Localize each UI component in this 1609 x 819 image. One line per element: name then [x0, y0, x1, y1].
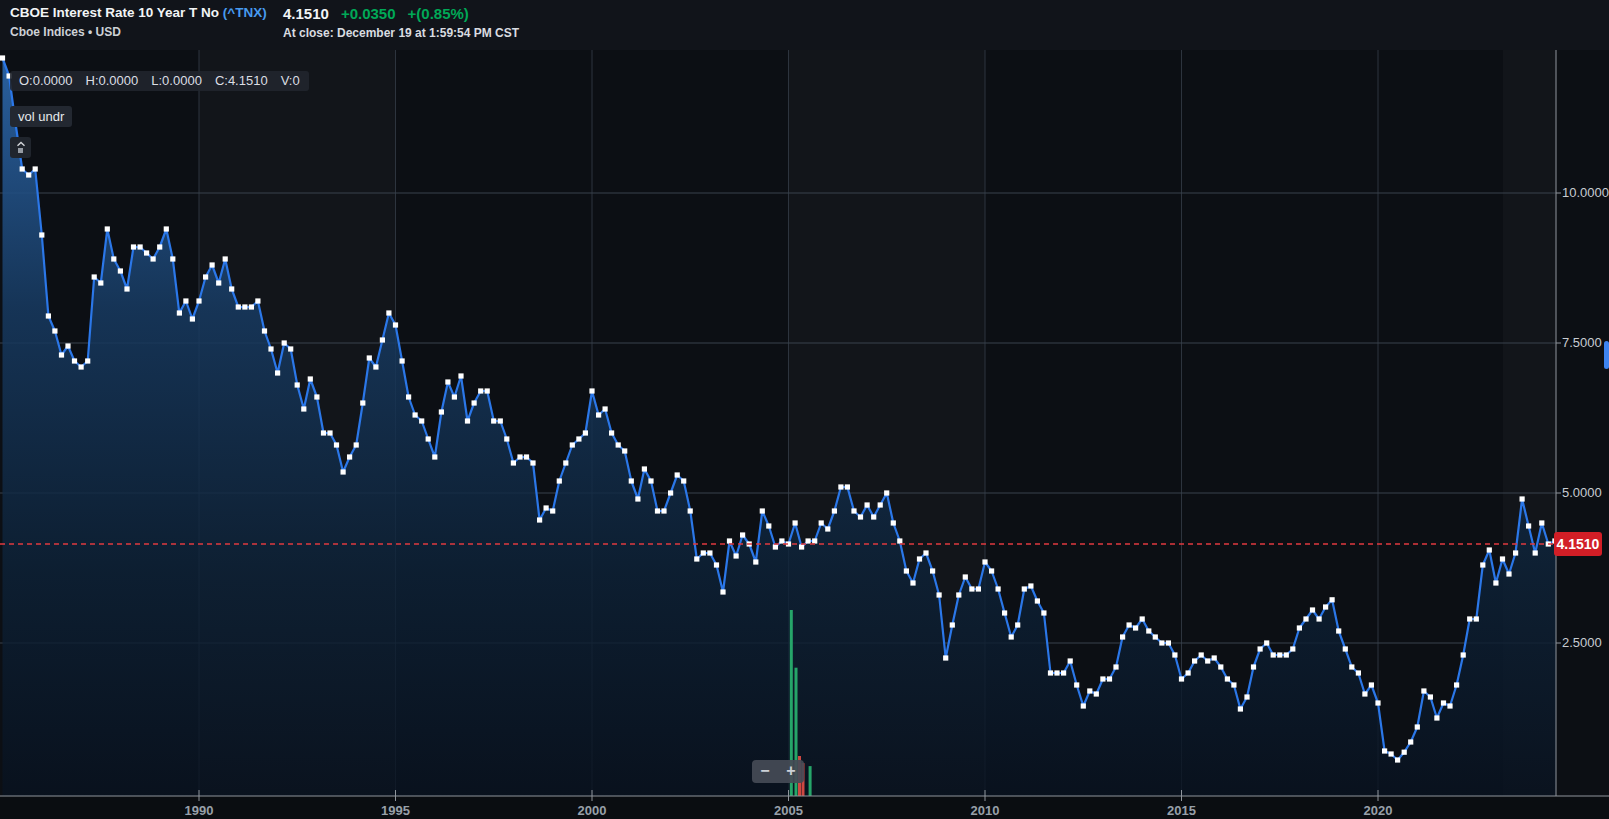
- y-axis-tick-label: 7.5000: [1562, 335, 1602, 350]
- collapse-chevron-button[interactable]: [10, 137, 31, 158]
- volume-bar: [809, 766, 812, 796]
- x-axis-tick-label: 2000: [570, 803, 614, 818]
- y-axis-tick-label: 5.0000: [1562, 485, 1602, 500]
- zoom-controls: − +: [752, 760, 804, 783]
- x-axis-tick-label: 2010: [963, 803, 1007, 818]
- price-chart[interactable]: O:0.0000 H:0.0000 L:0.0000 C:4.1510 V:0 vol …: [0, 50, 1609, 819]
- ohlc-legend: O:0.0000 H:0.0000 L:0.0000 C:4.1510 V:0: [10, 71, 309, 91]
- zoom-in-button[interactable]: +: [778, 760, 804, 783]
- vol-undr-badge[interactable]: vol undr: [10, 106, 72, 127]
- x-axis-tick-label: 1990: [177, 803, 221, 818]
- quote-price-row: 4.1510 +0.0350 +(0.85%): [283, 5, 469, 22]
- y-axis-tick-label: 10.0000: [1562, 185, 1609, 200]
- instrument-symbol[interactable]: (^TNX): [223, 5, 267, 20]
- ohlc-item: V:0: [281, 73, 300, 88]
- x-axis-tick-label: 1995: [374, 803, 418, 818]
- instrument-name: CBOE Interest Rate 10 Year T No: [10, 5, 223, 20]
- chart-canvas[interactable]: [0, 50, 1609, 819]
- ohlc-item: H:0.0000: [86, 73, 139, 88]
- collapse-dot-icon: [18, 148, 23, 153]
- exchange-currency: Cboe Indices • USD: [10, 25, 121, 39]
- zoom-out-button[interactable]: −: [752, 760, 778, 783]
- y-axis-tick-label: 2.5000: [1562, 635, 1602, 650]
- ohlc-item: C:4.1510: [215, 73, 268, 88]
- x-axis-tick-label: 2005: [767, 803, 811, 818]
- x-axis-tick-label: 2020: [1356, 803, 1400, 818]
- tnx-chart-page: CBOE Interest Rate 10 Year T No (^TNX) C…: [0, 0, 1609, 819]
- chart-svg: [0, 50, 1609, 819]
- price-change: +0.0350: [341, 5, 396, 22]
- ohlc-item: L:0.0000: [151, 73, 202, 88]
- chevron-up-icon: [16, 141, 26, 147]
- quote-header: CBOE Interest Rate 10 Year T No (^TNX) C…: [0, 0, 1609, 50]
- last-price-axis-tag: 4.1510: [1554, 532, 1602, 556]
- at-close-note: At close: December 19 at 1:59:54 PM CST: [283, 26, 519, 40]
- ohlc-item: O:0.0000: [19, 73, 73, 88]
- instrument-title: CBOE Interest Rate 10 Year T No (^TNX): [10, 5, 267, 20]
- last-price: 4.1510: [283, 5, 329, 22]
- x-axis-tick-label: 2015: [1160, 803, 1204, 818]
- scrollbar-thumb[interactable]: [1604, 341, 1609, 369]
- price-change-percent: +(0.85%): [408, 5, 469, 22]
